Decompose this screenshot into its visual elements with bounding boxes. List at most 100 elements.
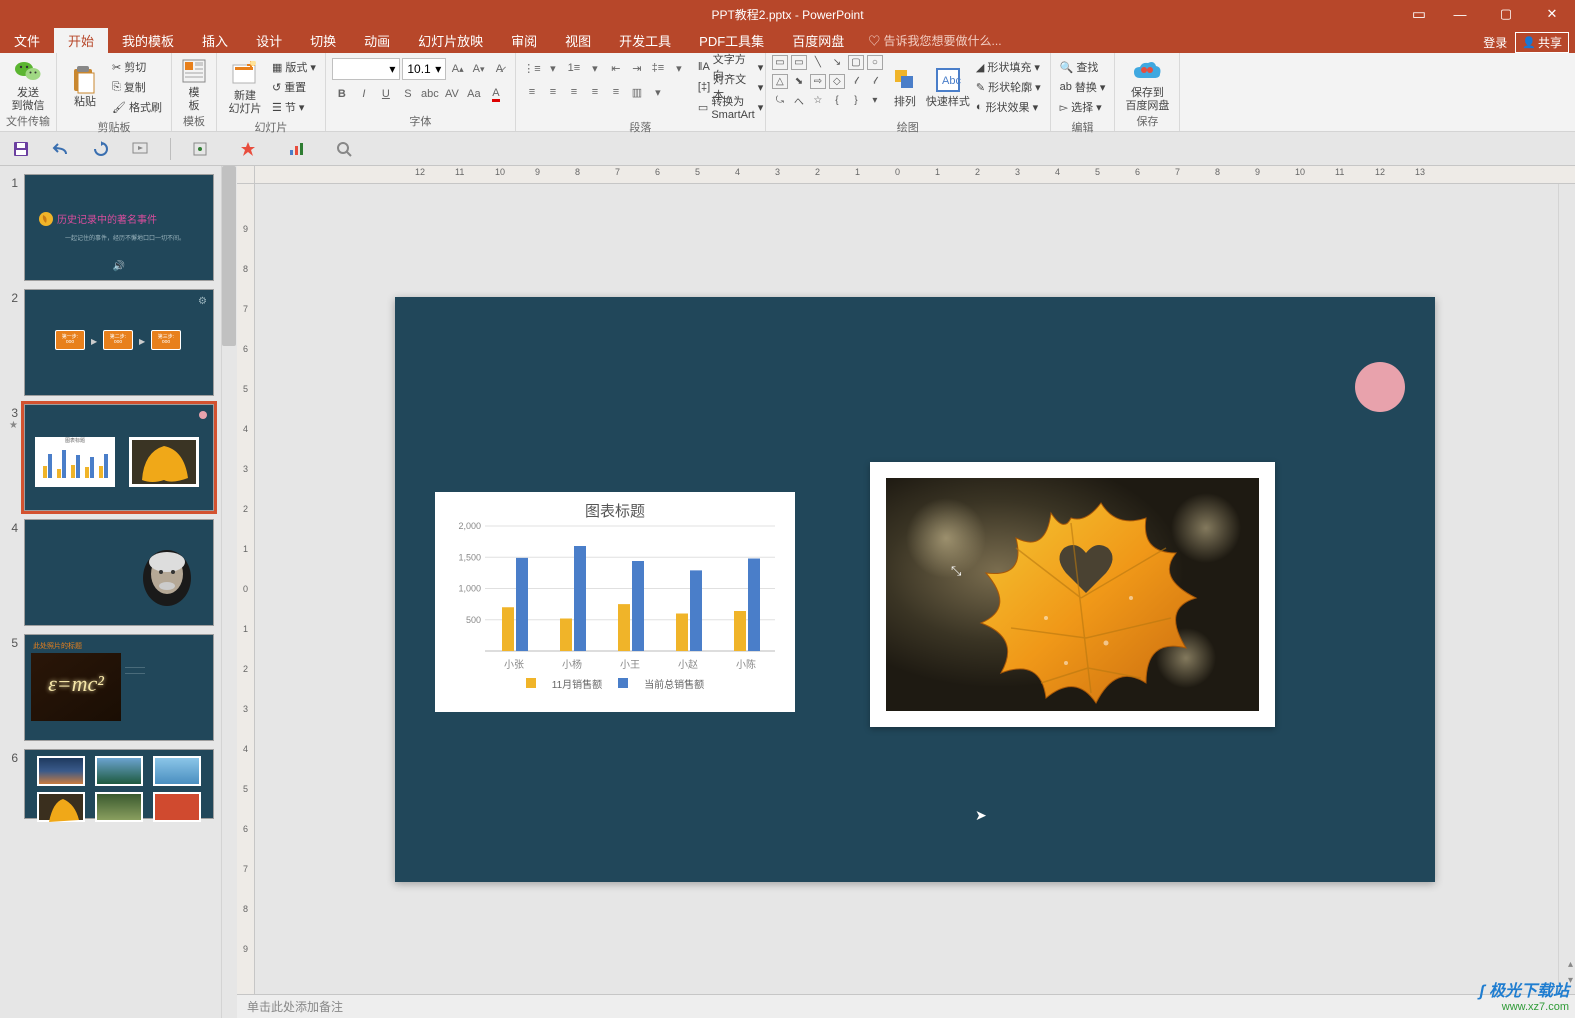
tab-devtools[interactable]: 开发工具 bbox=[605, 28, 685, 53]
spacing-button[interactable]: AV bbox=[442, 84, 462, 104]
chevron-down-icon[interactable]: ▾ bbox=[648, 82, 668, 102]
tab-home[interactable]: 开始 bbox=[54, 28, 108, 53]
animate-button[interactable] bbox=[237, 138, 259, 160]
share-button[interactable]: 👤共享 bbox=[1515, 32, 1569, 53]
notes-pane[interactable]: 单击此处添加备注 bbox=[237, 994, 1575, 1018]
quick-style-button[interactable]: Abc 快速样式 bbox=[925, 55, 971, 119]
minimize-icon[interactable]: — bbox=[1437, 0, 1483, 28]
tab-transition[interactable]: 切换 bbox=[296, 28, 350, 53]
redo-button[interactable] bbox=[90, 138, 112, 160]
thumbnail-slide-4[interactable] bbox=[24, 519, 214, 626]
align-center-button[interactable]: ≡ bbox=[543, 82, 563, 102]
pink-circle-shape[interactable] bbox=[1355, 362, 1405, 412]
tab-pdf[interactable]: PDF工具集 bbox=[685, 28, 778, 53]
slide-canvas[interactable]: 图表标题 5001,0001,5002,000小张小杨小王小赵小陈 11月销售额… bbox=[395, 297, 1435, 882]
ribbon-group-save: 保存到 百度网盘 保存 bbox=[1115, 53, 1180, 131]
thumbnail-slide-6[interactable] bbox=[24, 749, 214, 819]
reset-button[interactable]: ↺重置 bbox=[269, 77, 319, 97]
send-to-wechat-button[interactable]: 发送 到微信 bbox=[6, 55, 50, 113]
chevron-down-icon[interactable]: ▾ bbox=[585, 58, 605, 78]
smartart-button[interactable]: ▭转换为 SmartArt ▾ bbox=[695, 97, 766, 117]
tab-review[interactable]: 审阅 bbox=[497, 28, 551, 53]
shape-outline-button[interactable]: ✎形状轮廓 ▾ bbox=[973, 77, 1044, 97]
chevron-down-icon[interactable]: ▾ bbox=[543, 58, 563, 78]
font-name-combo[interactable]: ▾ bbox=[332, 58, 400, 80]
thumbnail-slide-1[interactable]: 历史记录中的著名事件 一起记住的事件，经历不懈地口口一切不间。 🔊 bbox=[24, 174, 214, 281]
distribute-button[interactable]: ≡ bbox=[606, 82, 626, 102]
bold-button[interactable]: B bbox=[332, 84, 352, 104]
save-baidu-button[interactable]: 保存到 百度网盘 bbox=[1121, 55, 1173, 113]
main-area: 1 历史记录中的著名事件 一起记住的事件，经历不懈地口口一切不间。 🔊 2 ⚙ … bbox=[0, 166, 1575, 1018]
layout-button[interactable]: ▦版式 ▾ bbox=[269, 57, 319, 77]
format-painter-button[interactable]: 🖌格式刷 bbox=[109, 97, 165, 117]
clear-format-button[interactable]: A̷ bbox=[490, 59, 509, 79]
grow-font-button[interactable]: A▴ bbox=[448, 59, 467, 79]
indent-inc-button[interactable]: ⇥ bbox=[627, 58, 647, 78]
chevron-down-icon[interactable]: ▾ bbox=[669, 58, 689, 78]
tab-insert[interactable]: 插入 bbox=[188, 28, 242, 53]
thumbnail-slide-3[interactable]: 图表标题 bbox=[24, 404, 214, 511]
chart-button[interactable] bbox=[285, 138, 307, 160]
maximize-icon[interactable]: ▢ bbox=[1483, 0, 1529, 28]
ribbon-options-icon[interactable]: ▭ bbox=[1401, 0, 1437, 28]
align-right-button[interactable]: ≡ bbox=[564, 82, 584, 102]
paste-button[interactable]: 粘贴 bbox=[63, 55, 107, 119]
justify-button[interactable]: ≡ bbox=[585, 82, 605, 102]
touch-mode-button[interactable] bbox=[189, 138, 211, 160]
section-button[interactable]: ☰节 ▾ bbox=[269, 97, 319, 117]
bullets-button[interactable]: ⋮≡ bbox=[522, 58, 542, 78]
shapes-gallery[interactable]: ▭▭╲↘▢○ △⬊⇨◇𝓁𝓁 ⤿へ☆{}▾ bbox=[772, 55, 885, 119]
tab-baidu[interactable]: 百度网盘 bbox=[778, 28, 858, 53]
animation-indicator-icon: ★ bbox=[9, 420, 18, 431]
scissors-icon: ✂ bbox=[112, 61, 121, 74]
tab-file[interactable]: 文件 bbox=[0, 28, 54, 53]
chart-object[interactable]: 图表标题 5001,0001,5002,000小张小杨小王小赵小陈 11月销售额… bbox=[435, 492, 795, 712]
thumbnail-slide-2[interactable]: ⚙ 第一步:ooo ▶ 第二步:ooo ▶ 第三步:ooo bbox=[24, 289, 214, 396]
slide-scrollbar-v[interactable]: ▴ ▾ bbox=[1558, 184, 1575, 994]
italic-button[interactable]: I bbox=[354, 84, 374, 104]
shape-effects-button[interactable]: ◐形状效果 ▾ bbox=[973, 97, 1044, 117]
tab-animation[interactable]: 动画 bbox=[350, 28, 404, 53]
shadow-button[interactable]: abc bbox=[420, 84, 440, 104]
save-button[interactable] bbox=[10, 138, 32, 160]
shrink-font-button[interactable]: A▾ bbox=[469, 59, 488, 79]
font-size-combo[interactable]: 10.1▾ bbox=[402, 58, 446, 80]
line-spacing-button[interactable]: ‡≡ bbox=[648, 58, 668, 78]
thumbnail-slide-5[interactable]: 此处照片的标题 ε=mc² ———————— bbox=[24, 634, 214, 741]
undo-button[interactable] bbox=[50, 138, 72, 160]
select-button[interactable]: ▻选择 ▾ bbox=[1057, 97, 1109, 117]
cut-button[interactable]: ✂剪切 bbox=[109, 57, 165, 77]
align-left-button[interactable]: ≡ bbox=[522, 82, 542, 102]
close-icon[interactable]: ✕ bbox=[1529, 0, 1575, 28]
arrange-button[interactable]: 排列 bbox=[887, 55, 923, 119]
tell-me-input[interactable]: ♡ 告诉我您想要做什么... bbox=[868, 32, 1001, 49]
tab-my-template[interactable]: 我的模板 bbox=[108, 28, 188, 53]
gear-icon: ⚙ bbox=[198, 296, 207, 307]
indent-dec-button[interactable]: ⇤ bbox=[606, 58, 626, 78]
case-button[interactable]: Aa bbox=[464, 84, 484, 104]
find-button[interactable]: 🔍查找 bbox=[1057, 57, 1109, 77]
new-slide-button[interactable]: 新建 幻灯片 bbox=[223, 55, 267, 119]
replace-button[interactable]: ab替换 ▾ bbox=[1057, 77, 1109, 97]
tab-design[interactable]: 设计 bbox=[242, 28, 296, 53]
tab-slideshow[interactable]: 幻灯片放映 bbox=[404, 28, 497, 53]
copy-button[interactable]: ⎘复制 bbox=[109, 77, 165, 97]
window-controls: ▭ — ▢ ✕ bbox=[1401, 0, 1575, 28]
thumbs-scrollbar[interactable] bbox=[221, 166, 237, 1018]
template-button[interactable]: 模 板 bbox=[178, 55, 210, 113]
photo-object[interactable]: ⤡ bbox=[870, 462, 1275, 727]
strike-button[interactable]: S bbox=[398, 84, 418, 104]
play-from-start-button[interactable] bbox=[130, 138, 152, 160]
underline-button[interactable]: U bbox=[376, 84, 396, 104]
columns-button[interactable]: ▥ bbox=[627, 82, 647, 102]
zoom-button[interactable] bbox=[333, 138, 355, 160]
numbering-button[interactable]: 1≡ bbox=[564, 58, 584, 78]
login-button[interactable]: 登录 bbox=[1483, 34, 1507, 51]
tab-view[interactable]: 视图 bbox=[551, 28, 605, 53]
svg-text:1,500: 1,500 bbox=[458, 552, 481, 562]
group-label: 幻灯片 bbox=[223, 119, 319, 137]
slide-workspace[interactable]: 图表标题 5001,0001,5002,000小张小杨小王小赵小陈 11月销售额… bbox=[255, 184, 1575, 994]
font-color-button[interactable]: A bbox=[486, 84, 506, 104]
shape-fill-button[interactable]: ◢形状填充 ▾ bbox=[973, 57, 1044, 77]
smartart-icon: ▭ bbox=[698, 101, 708, 114]
